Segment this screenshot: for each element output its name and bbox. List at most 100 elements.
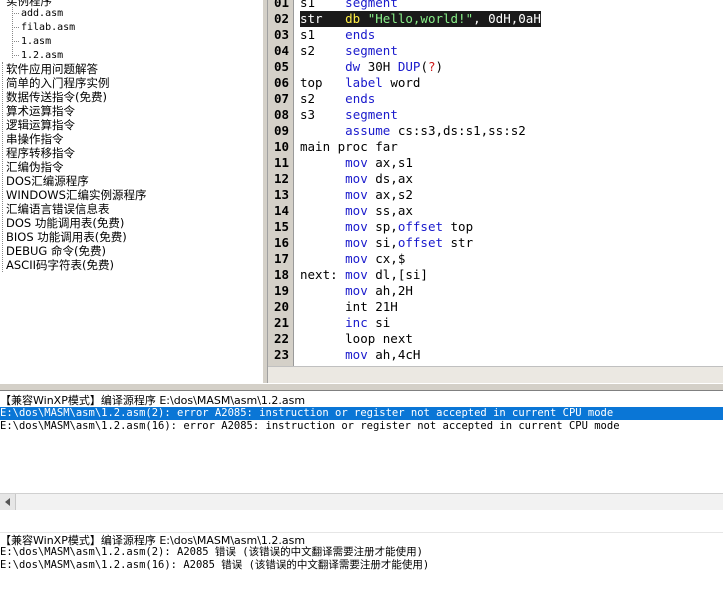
line-number: 10 (274, 139, 290, 154)
code-line[interactable]: 06 top label word (268, 75, 723, 91)
code-label: top (300, 75, 323, 90)
code-line[interactable]: 05 dw 30H DUP(?) (268, 59, 723, 75)
tree-node-faq[interactable]: 软件应用问题解答 (6, 62, 98, 76)
tree-node-arithmetic[interactable]: 算术运算指令 (6, 104, 75, 118)
code-plain: int 21H (345, 299, 398, 314)
editor-horizontal-scrollbar[interactable] (268, 366, 723, 383)
code-paren: ) (435, 59, 444, 74)
code-line[interactable]: 15 mov sp,offset top (268, 219, 723, 235)
tree-connector (2, 62, 3, 272)
tree-node-windows-source[interactable]: WINDOWS汇编实例源程序 (6, 188, 146, 202)
tree-node-ascii[interactable]: ASCII码字符表(免费) (6, 258, 114, 272)
tree-node-logic[interactable]: 逻辑运算指令 (6, 118, 75, 132)
tree-node-dos-func[interactable]: DOS 功能调用表(免费) (6, 216, 124, 230)
code-line[interactable]: 01 s1 segment (268, 0, 723, 11)
tree-connector (12, 41, 19, 42)
code-line[interactable]: 13 mov ax,s2 (268, 187, 723, 203)
code-line[interactable]: 11 mov ax,s1 (268, 155, 723, 171)
tree-node-data-transfer[interactable]: 数据传送指令(免费) (6, 90, 107, 104)
tree-node-pseudo[interactable]: 汇编伪指令 (6, 160, 64, 174)
line-number: 06 (274, 75, 290, 90)
line-number: 16 (274, 235, 290, 250)
scroll-left-button[interactable] (0, 494, 16, 510)
translated-error-line[interactable]: E:\dos\MASM\asm\1.2.asm(2): A2085 错误 (该错… (0, 546, 723, 559)
code-operand: ss,ax (367, 203, 413, 218)
line-number: 02 (274, 11, 290, 26)
line-number: 22 (274, 331, 290, 346)
code-line[interactable]: 19 mov ah,2H (268, 283, 723, 299)
error-line[interactable]: E:\dos\MASM\asm\1.2.asm(2): error A2085:… (0, 407, 723, 420)
code-plain: main proc far (300, 139, 398, 154)
code-line[interactable]: 16 mov si,offset str (268, 235, 723, 251)
code-line[interactable]: 02 str db "Hello,world!", 0dH,0aH (268, 11, 723, 27)
code-text: int 21H (300, 299, 398, 315)
tree-file-filab[interactable]: filab.asm (21, 21, 75, 35)
tree-node-branch[interactable]: 程序转移指令 (6, 146, 75, 160)
code-line[interactable]: 18 next: mov dl,[si] (268, 267, 723, 283)
translated-error-line[interactable]: E:\dos\MASM\asm\1.2.asm(16): A2085 错误 (该… (0, 559, 723, 572)
code-text: s1 ends (300, 27, 375, 43)
code-line[interactable]: 08 s3 segment (268, 107, 723, 123)
code-line[interactable]: 17 mov cx,$ (268, 251, 723, 267)
code-line[interactable]: 14 mov ss,ax (268, 203, 723, 219)
code-text: mov ds,ax (300, 171, 413, 187)
code-line[interactable]: 03 s1 ends (268, 27, 723, 43)
code-operand: sp, (367, 219, 398, 234)
tree-file-add[interactable]: add.asm (21, 7, 63, 21)
code-text: mov ax,s1 (300, 155, 413, 171)
code-text: assume cs:s3,ds:s1,ss:s2 (300, 123, 526, 139)
code-line[interactable]: 21 inc si (268, 315, 723, 331)
line-number: 13 (274, 187, 290, 202)
horizontal-splitter[interactable] (0, 383, 723, 391)
tree-node-error-table[interactable]: 汇编语言错误信息表 (6, 202, 110, 216)
error-line[interactable]: E:\dos\MASM\asm\1.2.asm(16): error A2085… (0, 420, 723, 433)
code-operand: ah,4cH (367, 347, 421, 362)
tree-node-intro-examples[interactable]: 简单的入门程序实例 (6, 76, 110, 90)
code-keyword: db (345, 11, 361, 26)
tree-node-dos-source[interactable]: DOS汇编源程序 (6, 174, 89, 188)
code-label: s1 (300, 27, 316, 42)
line-number: 04 (274, 43, 290, 58)
code-line[interactable]: 22 loop next (268, 331, 723, 347)
code-text: s3 segment (300, 107, 398, 123)
code-line[interactable]: 04 s2 segment (268, 43, 723, 59)
code-line[interactable]: 20 int 21H (268, 299, 723, 315)
tree-file-1-2[interactable]: 1.2.asm (21, 49, 63, 63)
code-text: mov ax,s2 (300, 187, 413, 203)
code-keyword: ends (345, 91, 376, 106)
code-text: s2 ends (300, 91, 375, 107)
code-operand: cx,$ (367, 251, 406, 266)
code-keyword: mov (345, 251, 368, 266)
code-line[interactable]: 23 mov ah,4cH (268, 347, 723, 363)
code-keyword: offset (397, 235, 443, 250)
tree-file-1[interactable]: 1.asm (21, 35, 51, 49)
tree-node-string-ops[interactable]: 串操作指令 (6, 132, 64, 146)
code-line[interactable]: 12 mov ds,ax (268, 171, 723, 187)
tree-connector (12, 27, 19, 28)
compile-output-panel[interactable]: 【兼容WinXP模式】编译源程序 E:\dos\MASM\asm\1.2.asm… (0, 391, 723, 493)
code-keyword: label (345, 75, 383, 90)
code-operand: si (367, 315, 391, 330)
code-editor[interactable]: 01 s1 segment 02 str db "Hello,world!", 0dH… (268, 0, 723, 383)
code-control: ? (427, 59, 436, 74)
line-number: 14 (274, 203, 290, 218)
arrow-left-icon (5, 498, 10, 506)
output-horizontal-scrollbar[interactable] (0, 493, 723, 510)
code-line[interactable]: 07 s2 ends (268, 91, 723, 107)
tree-connector (12, 13, 19, 14)
code-line[interactable]: 09 assume cs:s3,ds:s1,ss:s2 (268, 123, 723, 139)
code-keyword: dw (345, 59, 361, 74)
tree-node-debug[interactable]: DEBUG 命令(免费) (6, 244, 106, 258)
tree-node-bios-func[interactable]: BIOS 功能调用表(免费) (6, 230, 127, 244)
code-operand: ax,s1 (367, 155, 413, 170)
code-line[interactable]: 10 main proc far (268, 139, 723, 155)
translated-output-panel[interactable]: 【兼容WinXP模式】编译源程序 E:\dos\MASM\asm\1.2.asm… (0, 532, 723, 591)
